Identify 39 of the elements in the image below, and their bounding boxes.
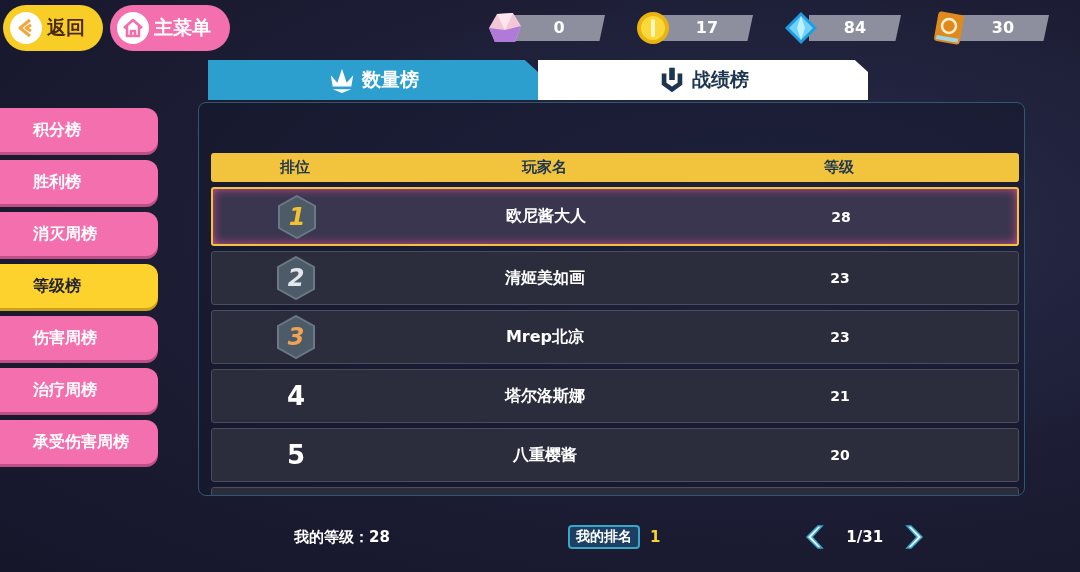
my-rank-label: 我的排名: [567, 525, 640, 549]
table-row[interactable]: 1 欧尼酱大人 28: [211, 187, 1019, 246]
currency-amount: 17: [661, 15, 753, 41]
player-name: 清姬美如画: [504, 267, 586, 289]
column-header: 排位: [279, 158, 311, 177]
player-name: 塔尔洛斯娜: [503, 385, 586, 407]
table-row[interactable]: 5 八重樱酱 20: [211, 428, 1019, 482]
my-rank-value: 1: [649, 528, 661, 546]
home-icon: [116, 11, 150, 45]
page-indicator: 1/31: [846, 528, 884, 546]
tab[interactable]: 战绩榜: [538, 60, 868, 100]
currency-amount: 84: [809, 15, 901, 41]
rank-number: 4: [286, 381, 306, 411]
rank-number: 5: [286, 440, 306, 470]
column-header: 等级: [823, 158, 855, 177]
my-level-text: 我的等级：28: [294, 527, 390, 547]
coin-icon: [635, 10, 671, 46]
level-value: 23: [829, 329, 851, 345]
table-row[interactable]: 2 清姬美如画 23: [211, 251, 1019, 305]
level-value: 28: [830, 208, 852, 225]
table-row[interactable]: 4 塔尔洛斯娜 21: [211, 369, 1019, 423]
currency-amount: 0: [513, 15, 605, 41]
player-name: Mrep北凉: [504, 326, 586, 348]
level-value: 21: [829, 388, 851, 404]
sidebar-item[interactable]: 等级榜: [0, 264, 158, 308]
player-name: 欧尼酱大人: [505, 206, 587, 227]
level-value: 20: [829, 447, 851, 463]
hexagon-badge-icon: [277, 194, 317, 239]
rank-number: 1: [288, 202, 306, 231]
rank-number: 3: [287, 323, 305, 351]
hexagon-badge-icon: [276, 315, 316, 359]
currency-amount: 30: [957, 15, 1049, 41]
player-name: 八重樱酱: [512, 444, 578, 466]
table-row[interactable]: 3 Mrep北凉 23: [211, 310, 1019, 364]
rank-number: 2: [287, 264, 305, 292]
hexagon-badge-icon: [276, 256, 316, 300]
back-button[interactable]: 返回: [3, 5, 103, 51]
level-value: 23: [829, 270, 851, 286]
column-header: 玩家名: [520, 158, 568, 177]
